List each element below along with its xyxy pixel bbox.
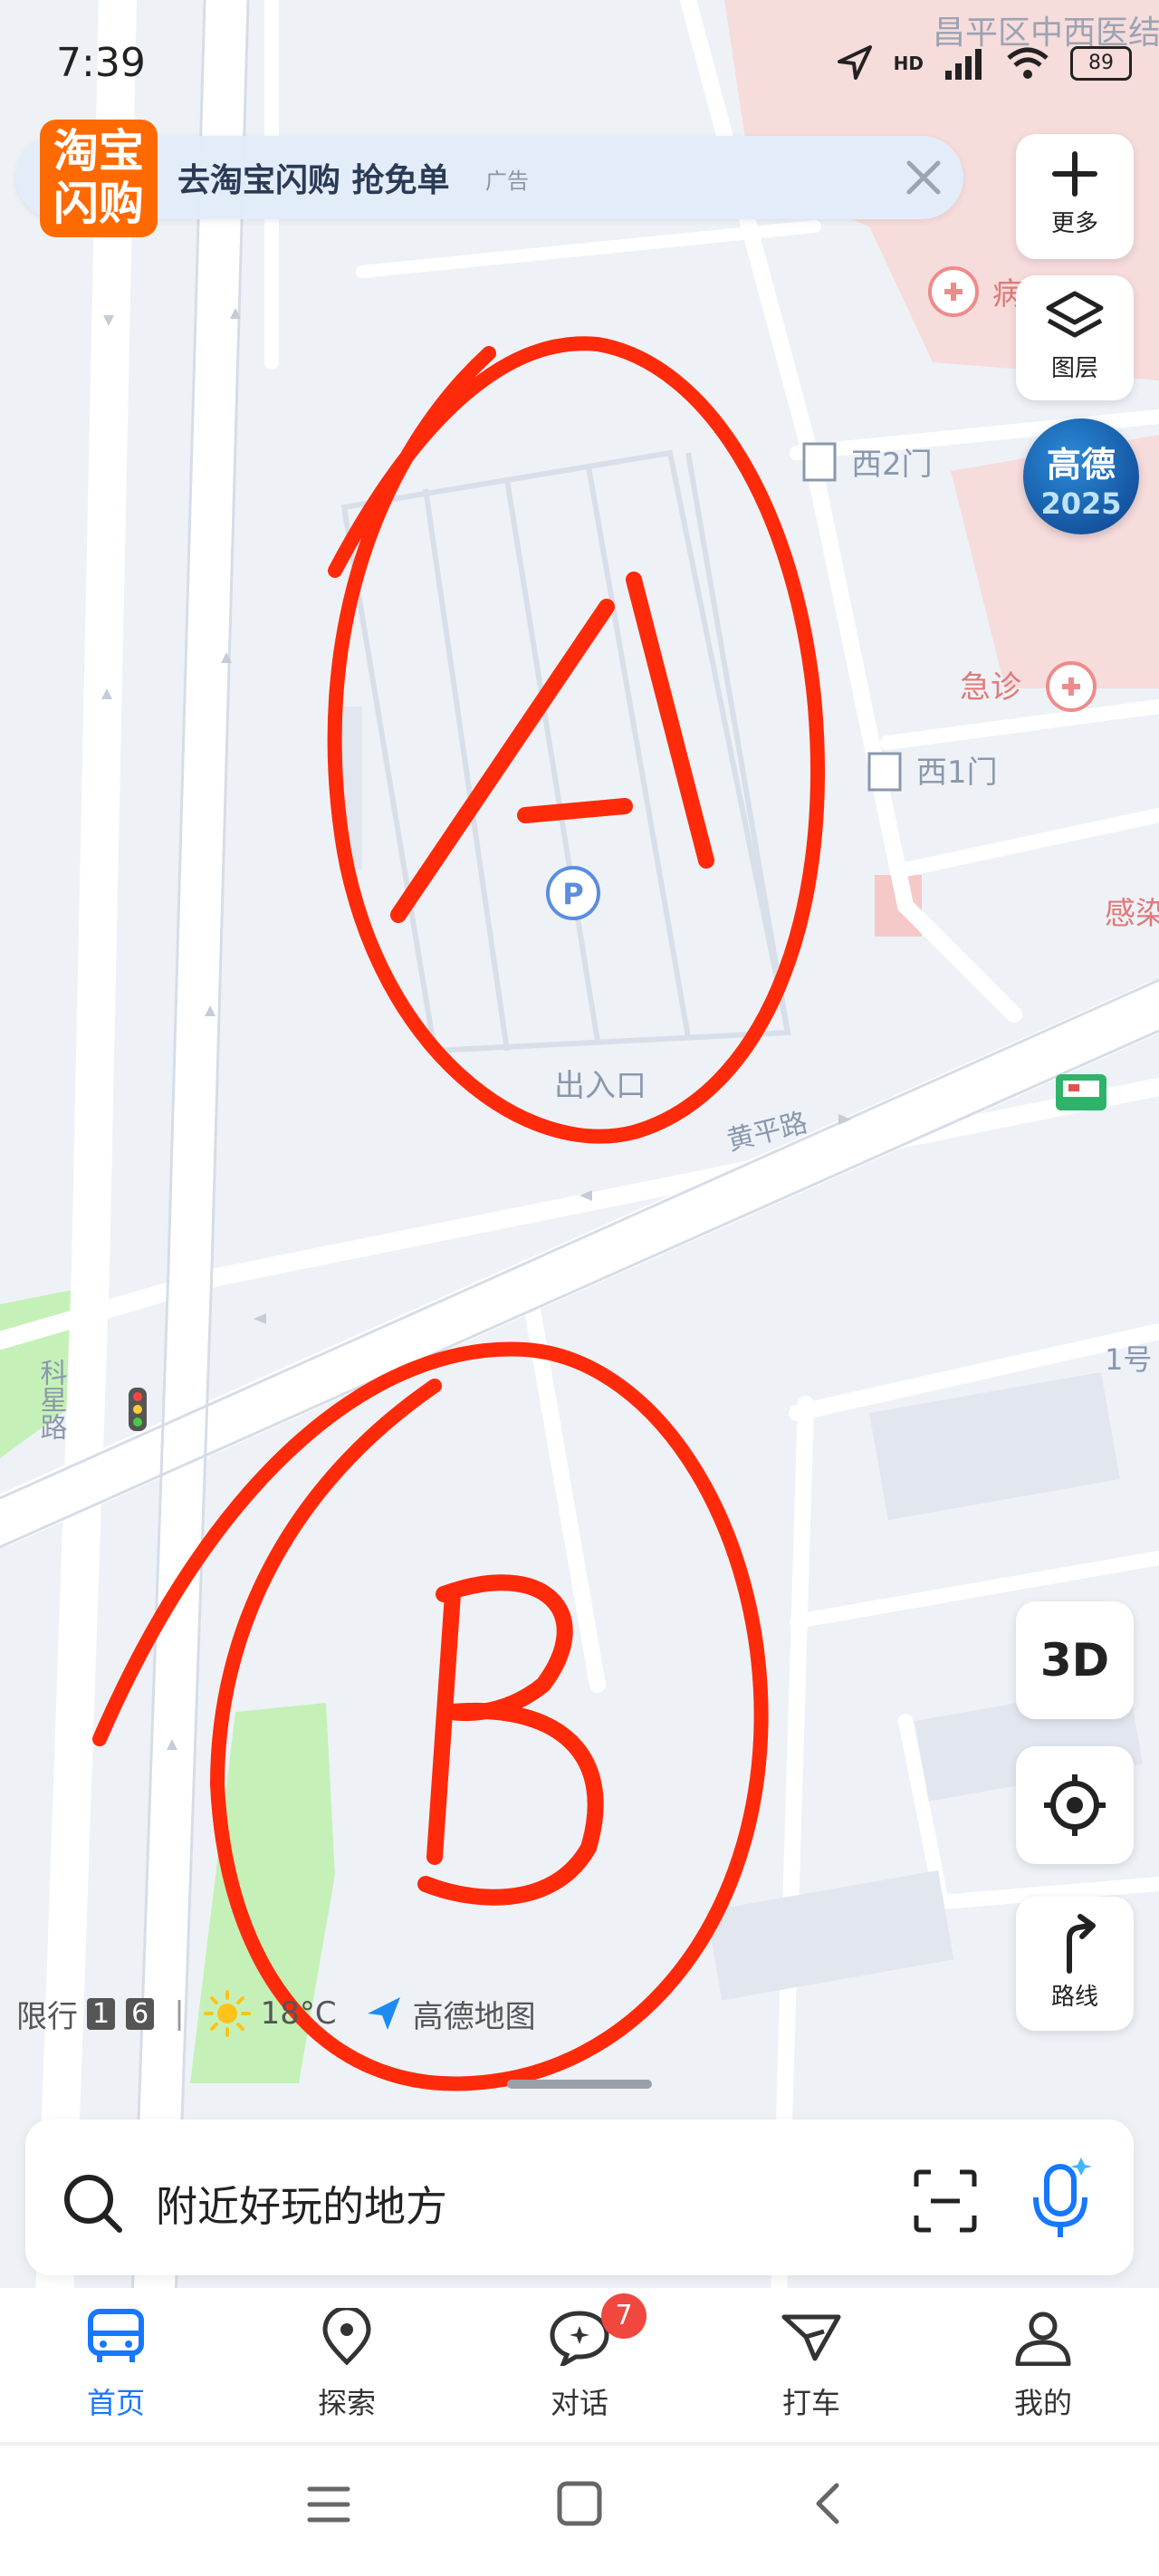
status-bar: 7:39 HD 89	[0, 0, 1159, 127]
tab-taxi-label: 打车	[781, 2386, 840, 2420]
svg-text:P: P	[562, 877, 583, 911]
search-icon	[64, 2175, 122, 2233]
sun-icon	[203, 1990, 251, 2037]
restriction-label: 限行	[16, 1998, 78, 2035]
3d-view-button[interactable]: 3D	[1016, 1601, 1134, 1719]
route-label: 路线	[1050, 1984, 1098, 2011]
layers-icon	[1046, 291, 1104, 338]
more-button[interactable]: 更多	[1016, 134, 1134, 259]
locate-icon	[1044, 1774, 1106, 1836]
gaode-2025-badge[interactable]: 高德 2025	[1023, 418, 1139, 534]
battery-level: 89	[1088, 52, 1114, 74]
location-arrow-icon	[837, 45, 872, 80]
num-partial-label: 1号	[1105, 1342, 1152, 1377]
layers-label: 图层	[1050, 355, 1098, 382]
gate-2-icon	[802, 442, 837, 482]
route-button[interactable]: 路线	[1016, 1897, 1134, 2031]
hospital-poi-icon	[928, 266, 979, 317]
traffic-light-icon	[129, 1388, 147, 1431]
gaode-logo-icon	[367, 1997, 400, 2030]
emergency-label: 急诊	[960, 669, 1021, 706]
back-icon[interactable]	[806, 2480, 853, 2527]
temperature: 18°C	[260, 1995, 337, 2032]
home-icon[interactable]	[556, 2480, 603, 2527]
system-nav-bar	[0, 2446, 1159, 2576]
road-kexing-label: 科星路	[35, 1359, 68, 1440]
entrance-label: 出入口	[554, 1068, 647, 1104]
ad-text[interactable]: 去淘宝闪购 抢免单	[177, 154, 450, 201]
map-canvas[interactable]: P 昌平区中西医结 病 西2门 急诊 西1门 感染 出入口 黄平路 1号 科星路	[0, 0, 1159, 2301]
info-bar: 限行 1 6 | 18°C 高德地图	[16, 1989, 536, 2038]
route-arrow-icon	[1067, 1914, 1096, 1974]
menu-icon[interactable]	[306, 2482, 351, 2527]
location-pin-icon	[322, 2305, 371, 2366]
layers-button[interactable]: 图层	[1016, 275, 1134, 400]
tab-explore-label: 探索	[317, 2386, 376, 2420]
taobao-flash-logo[interactable]: 淘宝 闪购	[40, 120, 158, 237]
gate-1-icon	[867, 752, 902, 792]
emergency-poi-icon	[1046, 661, 1097, 712]
status-time: 7:39	[56, 40, 146, 86]
tab-home-label: 首页	[86, 2386, 145, 2420]
infect-partial-label: 感染	[1105, 896, 1159, 932]
bus-stop-icon	[1056, 1074, 1106, 1110]
signal-icon	[945, 49, 982, 80]
drag-handle[interactable]	[507, 2080, 652, 2089]
scan-icon[interactable]	[911, 2167, 980, 2235]
parking-icon: P	[546, 866, 600, 920]
restriction-num-2: 6	[126, 1997, 155, 2030]
battery-icon: 89	[1070, 46, 1132, 81]
search-input[interactable]: 附近好玩的地方	[156, 2174, 447, 2234]
voice-assistant-icon[interactable]	[1025, 2152, 1097, 2243]
profile-icon	[1015, 2312, 1071, 2367]
ad-tag: 广告	[485, 168, 529, 194]
more-label: 更多	[1050, 210, 1098, 237]
chat-badge: 7	[601, 2293, 647, 2339]
gate-1-label: 西1门	[916, 755, 998, 791]
network-label: HD	[893, 53, 924, 74]
tab-explore[interactable]: 探索	[274, 2305, 419, 2422]
taxi-icon	[781, 2314, 841, 2361]
tab-chat-label: 对话	[550, 2386, 608, 2420]
wifi-icon	[1007, 47, 1049, 79]
tab-taxi[interactable]: 打车	[739, 2308, 884, 2422]
bus-icon	[88, 2309, 144, 2362]
3d-label: 3D	[1039, 1634, 1110, 1687]
locate-button[interactable]	[1016, 1746, 1134, 1864]
tab-profile[interactable]: 我的	[971, 2308, 1116, 2422]
restriction-num-1: 1	[87, 1997, 116, 2030]
plus-icon	[1052, 151, 1097, 197]
brand-label: 高德地图	[412, 1998, 536, 2035]
separator: |	[174, 1995, 185, 2032]
tab-profile-label: 我的	[1013, 2386, 1072, 2420]
close-icon[interactable]	[896, 150, 951, 205]
tab-home[interactable]: 首页	[43, 2308, 188, 2422]
gate-2-label: 西2门	[851, 447, 933, 483]
